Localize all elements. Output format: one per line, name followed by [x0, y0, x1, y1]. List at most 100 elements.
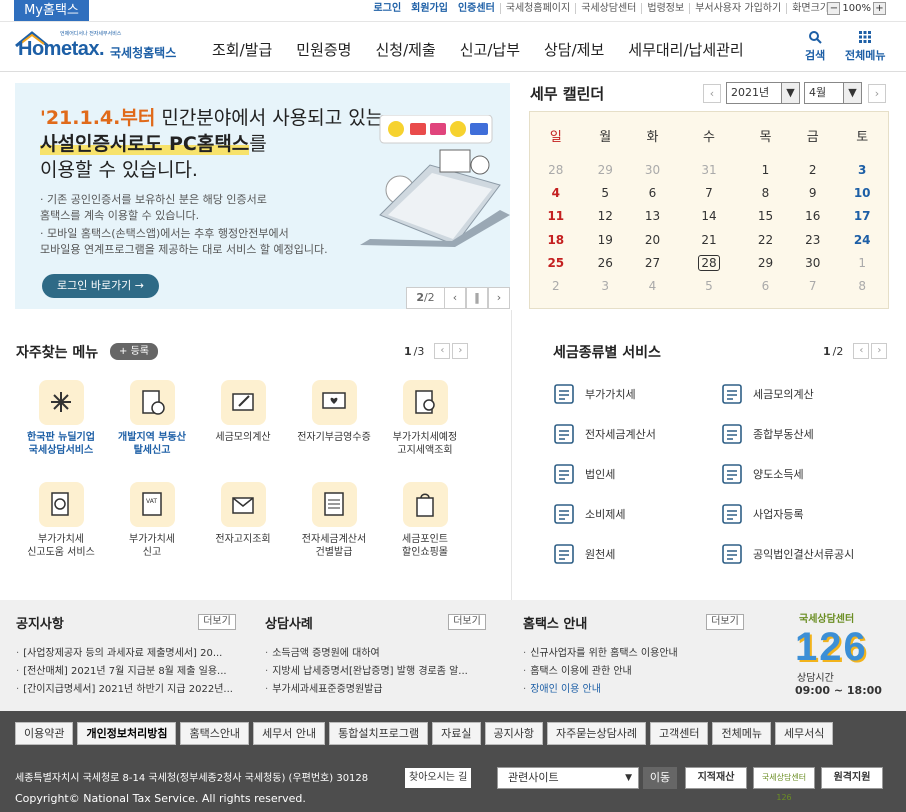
footer-menu-item[interactable]: 공지사항	[484, 722, 543, 745]
frequent-prev-button[interactable]: ‹	[434, 343, 451, 359]
go-button[interactable]: 이동	[643, 767, 677, 789]
main-banner[interactable]: '21.1.4.부터 민간분야에서 사용되고 있는 사설인증서로도 PC홈택스를…	[15, 83, 510, 309]
calendar-day[interactable]: 2	[530, 274, 582, 297]
calendar-day[interactable]: 8	[836, 274, 888, 297]
frequent-menu-item[interactable]: 개발지역 부동산 탈세신고	[107, 380, 197, 457]
footer-menu-item[interactable]: 세무서식	[774, 722, 834, 745]
footer-banner-ip[interactable]: 지적재산	[685, 767, 747, 789]
calendar-day[interactable]: 1	[742, 158, 789, 181]
calendar-month-select[interactable]: 4월 ▼	[804, 82, 862, 104]
calendar-day[interactable]: 6	[629, 181, 676, 204]
tax-service-item[interactable]: 법인세	[553, 463, 615, 485]
frequent-menu-item[interactable]: VAT 부가가치세 신고	[107, 482, 197, 559]
footer-menu-item[interactable]: 개인정보처리방침	[77, 722, 177, 745]
my-hometax-button[interactable]: My홈택스	[14, 0, 89, 21]
tax-service-item[interactable]: 공익법인결산서류공시	[721, 543, 854, 565]
notice-more-button[interactable]: 더보기	[198, 614, 236, 630]
calendar-day[interactable]: 19	[582, 228, 629, 251]
calendar-day[interactable]: 8	[742, 181, 789, 204]
tax-service-item[interactable]: 전자세금계산서	[553, 423, 656, 445]
calendar-day[interactable]: 18	[530, 228, 582, 251]
calendar-day[interactable]: 17	[836, 205, 888, 228]
notice-item[interactable]: [전산매체] 2021년 7월 지급분 8월 제출 일용...	[16, 663, 241, 681]
footer-menu-item[interactable]: 자료실	[432, 722, 481, 745]
footer-menu-item[interactable]: 홈택스안내	[180, 722, 250, 745]
guide-item[interactable]: 신규사업자를 위한 홈택스 이용안내	[523, 645, 748, 663]
login-shortcut-button[interactable]: 로그인 바로가기 →	[42, 274, 159, 298]
calendar-day[interactable]: 27	[629, 251, 676, 274]
frequent-menu-item[interactable]: 한국판 뉴딜기업 국세상담서비스	[16, 380, 106, 457]
calendar-day[interactable]: 12	[582, 205, 629, 228]
calendar-day[interactable]: 5	[582, 181, 629, 204]
calendar-day[interactable]: 14	[676, 205, 742, 228]
zoom-out-button[interactable]: −	[827, 2, 841, 15]
calendar-day[interactable]: 1	[836, 251, 888, 274]
calendar-day[interactable]: 4	[629, 274, 676, 297]
footer-banner-126[interactable]: 국세상담센터 126	[753, 767, 815, 802]
consult-case-more-button[interactable]: 더보기	[448, 614, 486, 630]
tax-prev-button[interactable]: ‹	[853, 343, 870, 359]
footer-menu-item[interactable]: 이용약관	[15, 722, 74, 745]
calendar-day[interactable]: 15	[742, 205, 789, 228]
consult-case-item[interactable]: 부가세과세표준증명원발급	[265, 681, 490, 699]
footer-menu-item[interactable]: 전체메뉴	[712, 722, 771, 745]
guide-item[interactable]: 장애인 이용 안내	[523, 681, 748, 699]
calendar-prev-button[interactable]: ‹	[703, 84, 721, 103]
calendar-day[interactable]: 31	[676, 158, 742, 181]
calendar-day[interactable]: 28	[676, 251, 742, 274]
frequent-menu-item[interactable]: 전자고지조회	[198, 482, 288, 546]
notice-item[interactable]: [간이지급명세서] 2021년 하반기 지급 2022년...	[16, 681, 241, 699]
tax-service-item[interactable]: 종합부동산세	[721, 423, 814, 445]
login-link[interactable]: 로그인	[369, 3, 407, 14]
calendar-day[interactable]: 29	[582, 158, 629, 181]
calendar-day[interactable]: 2	[789, 158, 836, 181]
calendar-day[interactable]: 16	[789, 205, 836, 228]
tax-service-item[interactable]: 사업자등록	[721, 503, 804, 525]
signup-link[interactable]: 회원가입	[406, 3, 453, 14]
all-menu-button[interactable]: 전체메뉴	[845, 30, 885, 63]
calendar-day[interactable]: 4	[530, 181, 582, 204]
tax-consult-center-link[interactable]: 국세상담센터	[575, 3, 641, 14]
nav-civil-cert[interactable]: 민원증명	[296, 39, 351, 60]
calendar-day[interactable]: 22	[742, 228, 789, 251]
frequent-menu-item[interactable]: 부가가치세예정 고지세액조회	[380, 380, 470, 457]
calendar-day[interactable]: 24	[836, 228, 888, 251]
tax-service-item[interactable]: 원천세	[553, 543, 615, 565]
footer-menu-item[interactable]: 세무서 안내	[253, 722, 326, 745]
consult-case-item[interactable]: 지방세 납세증명서[완납증명] 발행 경로좀 알...	[265, 663, 490, 681]
tax-consult-center-banner[interactable]: 국세상담센터 126 상담시간 09:00 ~ 18:00	[795, 610, 895, 705]
nav-inquiry-issue[interactable]: 조회/발급	[212, 39, 272, 60]
remote-support-button[interactable]: 원격지원	[821, 767, 883, 789]
calendar-day[interactable]: 23	[789, 228, 836, 251]
nav-consult-report[interactable]: 상담/제보	[544, 39, 604, 60]
banner-next-button[interactable]: ›	[488, 287, 510, 309]
tax-service-item[interactable]: 세금모의계산	[721, 383, 814, 405]
zoom-in-button[interactable]: +	[873, 2, 886, 15]
banner-pause-button[interactable]: ‖	[466, 287, 488, 309]
calendar-day[interactable]: 9	[789, 181, 836, 204]
search-button[interactable]: 검색	[805, 30, 825, 63]
footer-menu-item[interactable]: 통합설치프로그램	[329, 722, 429, 745]
frequent-menu-item[interactable]: 부가가치세 신고도움 서비스	[16, 482, 106, 559]
calendar-day[interactable]: 13	[629, 205, 676, 228]
calendar-day[interactable]: 7	[676, 181, 742, 204]
calendar-next-button[interactable]: ›	[868, 84, 886, 103]
nav-tax-agent[interactable]: 세무대리/납세관리	[628, 39, 743, 60]
calendar-day[interactable]: 26	[582, 251, 629, 274]
nav-apply-submit[interactable]: 신청/제출	[375, 39, 435, 60]
calendar-day[interactable]: 28	[530, 158, 582, 181]
calendar-day[interactable]: 29	[742, 251, 789, 274]
calendar-day[interactable]: 20	[629, 228, 676, 251]
calendar-day[interactable]: 6	[742, 274, 789, 297]
banner-prev-button[interactable]: ‹	[444, 287, 466, 309]
calendar-day[interactable]: 25	[530, 251, 582, 274]
tax-next-button[interactable]: ›	[871, 343, 888, 359]
law-info-link[interactable]: 법령정보	[641, 3, 689, 14]
tax-service-item[interactable]: 양도소득세	[721, 463, 804, 485]
footer-menu-item[interactable]: 고객센터	[649, 722, 709, 745]
tax-service-item[interactable]: 소비제세	[553, 503, 625, 525]
calendar-day[interactable]: 5	[676, 274, 742, 297]
frequent-menu-item[interactable]: 세금모의계산	[198, 380, 288, 444]
frequent-menu-item[interactable]: 전자기부금영수증	[289, 380, 379, 444]
consult-case-item[interactable]: 소득금액 증명원에 대하여	[265, 645, 490, 663]
